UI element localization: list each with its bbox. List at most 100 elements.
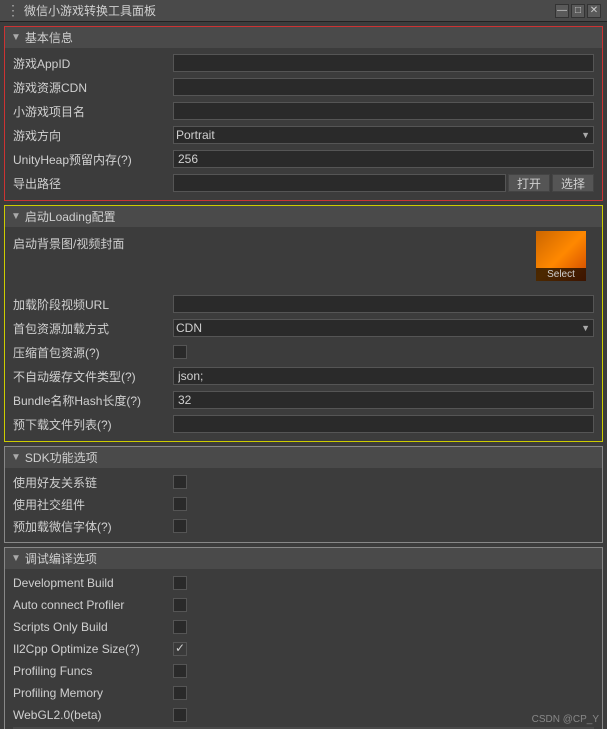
loading-config-section: ▼ 启动Loading配置 启动背景图/视频封面 Select 加载阶段视频UR… [4,205,603,442]
compress-row: 压缩首包资源(?) [13,341,594,363]
dev-build-label: Development Build [13,576,173,590]
webgl2-row: WebGL2.0(beta) [13,705,594,725]
dots-icon[interactable]: ⋮ [6,2,20,19]
friend-label: 使用好友关系链 [13,474,173,491]
basic-info-body: 游戏AppID 游戏资源CDN 小游戏项目名 游戏方向 [5,48,602,200]
il2cpp-row: Il2Cpp Optimize Size(?) [13,639,594,659]
heap-row: UnityHeap预留内存(?) [13,148,594,170]
dev-build-row: Development Build [13,573,594,593]
video-url-label: 加载阶段视频URL [13,296,173,313]
no-cache-label: 不自动缓存文件类型(?) [13,368,173,385]
title-bar: ⋮ 微信小游戏转换工具面板 — □ ✕ [0,0,607,22]
friend-row: 使用好友关系链 [13,472,594,492]
debug-body: Development Build Auto connect Profiler … [5,569,602,729]
video-url-input[interactable] [173,295,594,313]
export-input[interactable] [173,174,506,192]
dev-build-checkbox[interactable] [173,576,187,590]
basic-info-section: ▼ 基本信息 游戏AppID 游戏资源CDN 小游戏项目名 [4,26,603,201]
no-cache-row: 不自动缓存文件类型(?) [13,365,594,387]
basic-arrow-icon: ▼ [11,32,21,43]
bg-image-label: 启动背景图/视频封面 [13,231,173,252]
profiling-memory-label: Profiling Memory [13,686,173,700]
social-row: 使用社交组件 [13,494,594,514]
friend-checkbox[interactable] [173,475,187,489]
auto-connect-checkbox[interactable] [173,598,187,612]
bundle-hash-input[interactable] [173,391,594,409]
profiling-memory-row: Profiling Memory [13,683,594,703]
profiling-funcs-label: Profiling Funcs [13,664,173,678]
loading-config-label: 启动Loading配置 [25,208,116,225]
scripts-only-checkbox[interactable] [173,620,187,634]
no-cache-input[interactable] [173,367,594,385]
title-bar-left: ⋮ 微信小游戏转换工具面板 [6,2,156,19]
appid-label: 游戏AppID [13,55,173,72]
debug-section: ▼ 调试编译选项 Development Build Auto connect … [4,547,603,729]
appid-row: 游戏AppID [13,52,594,74]
preload-input[interactable] [173,415,594,433]
cdn-row: 游戏资源CDN [13,76,594,98]
il2cpp-checkbox[interactable] [173,642,187,656]
loading-arrow-icon: ▼ [11,211,21,222]
loading-config-header[interactable]: ▼ 启动Loading配置 [5,206,602,227]
auto-connect-row: Auto connect Profiler [13,595,594,615]
minimize-button[interactable]: — [555,4,569,18]
open-button[interactable]: 打开 [508,174,550,192]
profiling-funcs-row: Profiling Funcs [13,661,594,681]
social-label: 使用社交组件 [13,496,173,513]
cdn-label: 游戏资源CDN [13,79,173,96]
maximize-button[interactable]: □ [571,4,585,18]
orientation-select-wrapper: Portrait Landscape [173,126,594,144]
scripts-only-label: Scripts Only Build [13,620,173,634]
first-package-select-wrapper: CDN 本地 [173,319,594,337]
il2cpp-label: Il2Cpp Optimize Size(?) [13,642,173,656]
bundle-hash-row: Bundle名称Hash长度(?) [13,389,594,411]
panel-content: ▼ 基本信息 游戏AppID 游戏资源CDN 小游戏项目名 [0,22,607,729]
first-package-row: 首包资源加载方式 CDN 本地 [13,317,594,339]
sdk-arrow-icon: ▼ [11,452,21,463]
webgl2-label: WebGL2.0(beta) [13,708,173,722]
font-checkbox[interactable] [173,519,187,533]
sdk-body: 使用好友关系链 使用社交组件 预加载微信字体(?) [5,468,602,542]
webgl2-checkbox[interactable] [173,708,187,722]
basic-info-header[interactable]: ▼ 基本信息 [5,27,602,48]
bundle-hash-label: Bundle名称Hash长度(?) [13,392,173,409]
project-input[interactable] [173,102,594,120]
window-title: 微信小游戏转换工具面板 [24,2,156,19]
compress-checkbox[interactable] [173,345,187,359]
profiling-memory-checkbox[interactable] [173,686,187,700]
debug-header[interactable]: ▼ 调试编译选项 [5,548,602,569]
sdk-section: ▼ SDK功能选项 使用好友关系链 使用社交组件 预加载微信字体(?) [4,446,603,543]
loading-config-body: 启动背景图/视频封面 Select 加载阶段视频URL 首包资源加载方式 [5,227,602,441]
orientation-select[interactable]: Portrait Landscape [173,126,594,144]
sdk-label: SDK功能选项 [25,449,98,466]
sdk-header[interactable]: ▼ SDK功能选项 [5,447,602,468]
heap-label: UnityHeap预留内存(?) [13,151,173,168]
export-row: 导出路径 打开 选择 [13,172,594,194]
image-select-btn[interactable]: Select [536,268,586,281]
compress-label: 压缩首包资源(?) [13,344,173,361]
close-button[interactable]: ✕ [587,4,601,18]
bg-image-row: 启动背景图/视频封面 Select [13,231,594,291]
heap-input[interactable] [173,150,594,168]
font-label: 预加载微信字体(?) [13,518,173,535]
video-url-row: 加载阶段视频URL [13,293,594,315]
select-button[interactable]: 选择 [552,174,594,192]
auto-connect-label: Auto connect Profiler [13,598,173,612]
title-bar-controls: — □ ✕ [555,4,601,18]
watermark: CSDN @CP_Y [532,714,599,725]
project-row: 小游戏项目名 [13,100,594,122]
debug-label: 调试编译选项 [25,550,97,567]
bg-image-preview[interactable]: Select [536,231,586,281]
profiling-funcs-checkbox[interactable] [173,664,187,678]
preload-label: 预下载文件列表(?) [13,416,173,433]
export-input-group: 打开 选择 [173,174,594,192]
scripts-only-row: Scripts Only Build [13,617,594,637]
orientation-row: 游戏方向 Portrait Landscape [13,124,594,146]
cdn-input[interactable] [173,78,594,96]
social-checkbox[interactable] [173,497,187,511]
appid-input[interactable] [173,54,594,72]
first-package-select[interactable]: CDN 本地 [173,319,594,337]
preload-row: 预下载文件列表(?) [13,413,594,435]
debug-arrow-icon: ▼ [11,553,21,564]
project-label: 小游戏项目名 [13,103,173,120]
